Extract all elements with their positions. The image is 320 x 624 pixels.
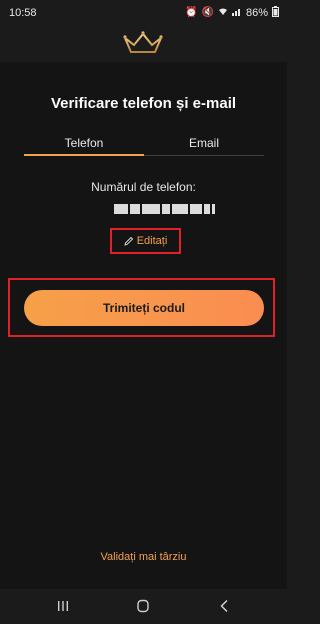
navigation-bar	[0, 589, 287, 624]
signal-icon	[231, 7, 242, 19]
edit-label: Editați	[136, 235, 168, 247]
wifi-icon	[218, 7, 228, 19]
send-code-button[interactable]: Trimiteți codul	[24, 290, 264, 326]
pencil-icon	[124, 236, 133, 246]
home-icon[interactable]	[133, 598, 153, 614]
alarm-icon: ⏰	[185, 7, 198, 18]
tab-email[interactable]: Email	[144, 136, 264, 156]
active-tab-indicator	[24, 154, 144, 156]
crown-logo-icon	[123, 31, 163, 56]
phone-number-label: Numărul de telefon:	[91, 180, 196, 194]
edit-phone-button[interactable]: Editați	[110, 228, 181, 254]
status-time: 10:58	[9, 7, 37, 19]
status-bar: 10:58 ⏰ 🔇 86%	[0, 0, 287, 28]
battery-percentage: 86%	[245, 7, 268, 19]
page-title: Verificare telefon și e-mail	[50, 95, 237, 112]
validate-later-link[interactable]: Validați mai târziu	[0, 551, 287, 563]
app-header	[0, 28, 287, 62]
back-icon[interactable]	[214, 598, 234, 614]
status-icons: ⏰ 🔇 86%	[185, 6, 279, 20]
tab-divider	[144, 155, 264, 156]
tab-telefon[interactable]: Telefon	[24, 136, 144, 156]
phone-number-redacted	[114, 201, 222, 217]
battery-icon	[272, 6, 279, 20]
tab-bar: Telefon Email	[24, 136, 264, 156]
mute-icon: 🔇	[201, 7, 214, 18]
recent-apps-icon[interactable]	[53, 598, 73, 614]
send-code-label: Trimiteți codul	[102, 301, 185, 315]
